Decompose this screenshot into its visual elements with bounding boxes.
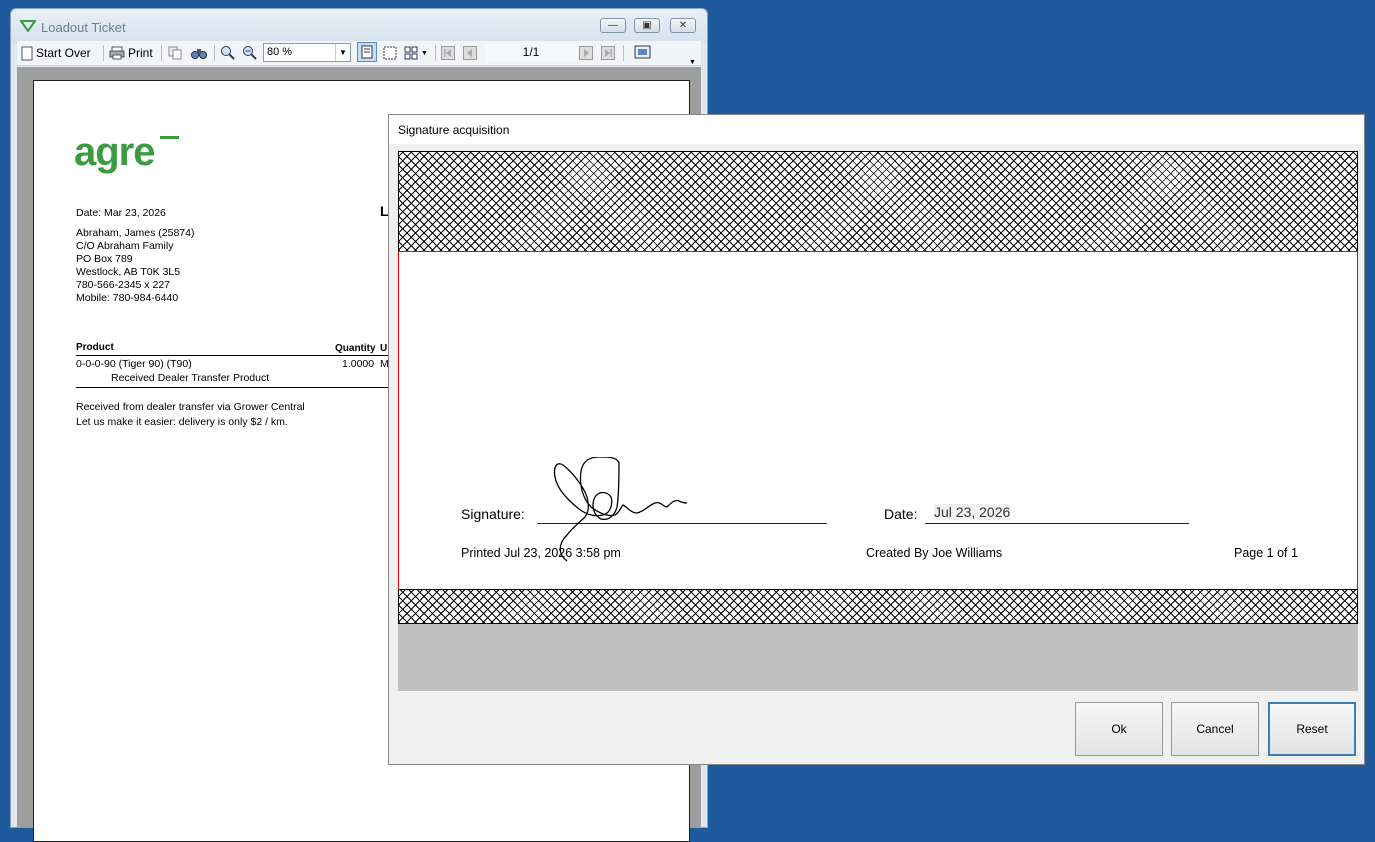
address-line: PO Box 789 (76, 253, 133, 265)
hatched-top-region (398, 151, 1358, 252)
hatched-bottom-region (398, 589, 1358, 624)
address-line: 780-566-2345 x 227 (76, 279, 170, 291)
single-page-button[interactable] (357, 42, 377, 62)
reset-button[interactable]: Reset (1268, 702, 1356, 756)
prev-page-button[interactable] (463, 44, 477, 62)
ok-button[interactable]: Ok (1075, 702, 1163, 756)
row-note: Received Dealer Transfer Product (111, 372, 270, 384)
multi-page-button[interactable] (383, 44, 397, 62)
agre-logo: agre (74, 130, 179, 175)
row-quantity: 1.0000 (342, 358, 375, 370)
copy-icon (168, 46, 182, 60)
date-label: Date: (884, 506, 918, 522)
zoom-out-button[interactable] (242, 44, 258, 62)
last-page-button[interactable] (601, 44, 615, 62)
ticket-date: Date: Mar 23, 2026 (76, 207, 166, 219)
app-logo-icon (20, 20, 36, 32)
grid-view-button[interactable]: ▼ (404, 44, 428, 62)
cancel-button[interactable]: Cancel (1171, 702, 1259, 756)
copy-button[interactable] (168, 44, 182, 62)
date-line (925, 523, 1189, 524)
handwritten-signature (553, 457, 688, 562)
maximize-icon: ▣ (642, 20, 652, 31)
find-button[interactable] (191, 44, 207, 62)
minimize-icon: — (608, 20, 618, 31)
options-button[interactable] (634, 44, 652, 62)
address-line: Abraham, James (25874) (76, 227, 195, 239)
last-page-icon (601, 46, 615, 60)
signature-panel: Signature: Date: Jul 23, 2026 Printed Ju… (398, 151, 1358, 691)
page-count: Page 1 of 1 (1234, 546, 1298, 560)
toolbar-divider (623, 45, 624, 61)
toolbar-divider (214, 45, 215, 61)
minimize-button[interactable]: — (600, 18, 626, 33)
first-page-button[interactable] (441, 44, 455, 62)
toolbar-divider (161, 45, 162, 61)
table-header-rule (76, 355, 396, 356)
zoom-select[interactable]: 80 % ▼ (263, 43, 351, 62)
created-by: Created By Joe Williams (866, 546, 1003, 560)
print-button[interactable]: Print (109, 44, 153, 62)
address-line: C/O Abraham Family (76, 240, 174, 252)
dialog-title-bar[interactable] (389, 115, 1364, 144)
zoom-in-button[interactable] (220, 44, 236, 62)
close-button[interactable]: ✕ (670, 18, 696, 33)
dialog-title: Signature acquisition (398, 123, 510, 137)
chevron-down-icon[interactable]: ▼ (335, 44, 350, 61)
col-header-unit: U (380, 343, 388, 354)
page-icon (21, 46, 33, 60)
address-line: Mobile: 780-984-6440 (76, 292, 179, 304)
report-toolbar: Start Over Print 80 % ▼ ▼ 1/1 ▼ (17, 41, 701, 66)
binoculars-icon (191, 49, 207, 59)
ticket-note: Let us make it easier: delivery is only … (76, 416, 288, 428)
address-line: Westlock, AB T0K 3L5 (76, 266, 181, 278)
next-page-button[interactable] (579, 44, 593, 62)
close-icon: ✕ (678, 20, 688, 31)
title-bar[interactable]: Loadout Ticket — ▣ ✕ (11, 9, 707, 43)
options-icon (634, 45, 651, 59)
multi-page-icon (383, 46, 397, 60)
maximize-button[interactable]: ▣ (634, 18, 660, 33)
start-over-label: Start Over (36, 46, 91, 60)
row-product: 0-0-0-90 (Tiger 90) (T90) (76, 358, 192, 370)
first-page-icon (441, 46, 455, 60)
start-over-button[interactable]: Start Over (21, 44, 91, 62)
signature-capture-area[interactable]: Signature: Date: Jul 23, 2026 Printed Ju… (398, 251, 1358, 590)
col-header-product: Product (76, 342, 114, 353)
printer-icon (109, 46, 125, 60)
toolbar-divider (103, 45, 104, 61)
signature-label: Signature: (461, 506, 525, 522)
zoom-value: 80 % (267, 46, 293, 58)
ticket-note: Received from dealer transfer via Grower… (76, 401, 305, 413)
signature-dialog: Signature acquisition Signature: Date: J… (388, 114, 1365, 765)
table-footer-rule (76, 387, 396, 388)
single-page-icon (361, 45, 373, 59)
col-header-quantity: Quantity (335, 343, 376, 354)
grid-view-icon (404, 46, 418, 60)
page-indicator[interactable]: 1/1 (485, 43, 577, 62)
window-title: Loadout Ticket (41, 20, 126, 35)
zoom-out-icon (243, 46, 257, 60)
toolbar-divider (435, 45, 436, 61)
date-value: Jul 23, 2026 (934, 504, 1011, 520)
prev-page-icon (463, 46, 477, 60)
next-page-icon (579, 46, 593, 60)
chevron-down-icon[interactable]: ▼ (421, 50, 428, 57)
print-label: Print (128, 46, 153, 60)
zoom-in-icon (221, 46, 235, 60)
